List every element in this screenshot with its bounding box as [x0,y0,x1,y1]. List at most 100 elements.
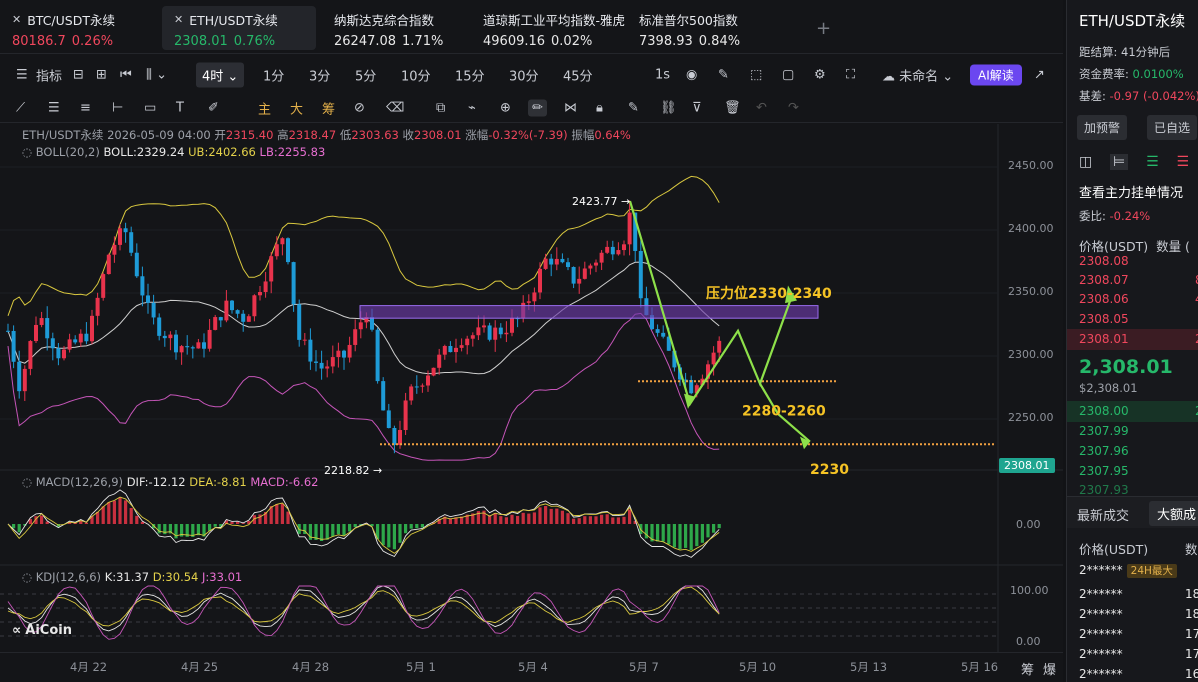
ticker-nasdaq[interactable]: 纳斯达克综合指数 26247.08 1.71% [316,0,471,54]
camera-icon[interactable]: ◉ [686,68,697,83]
tf-3m[interactable]: 3分 [309,66,330,85]
magnet-icon[interactable]: ⋈ [564,100,577,115]
ticker-eth[interactable]: ✕ ETH/USDT永续 2308.01 0.76% [162,6,316,50]
trade-row[interactable]: 2****** 24H最大 [1079,563,1177,578]
tf-1s[interactable]: 1s [655,68,670,83]
parallel-lines-icon[interactable]: ☰ [48,100,60,115]
chip-toggle[interactable]: 筹 [1021,659,1034,678]
tf-30m[interactable]: 30分 [509,66,539,85]
ask-row[interactable]: 2308.05 [1079,312,1129,326]
tf-1m[interactable]: 1分 [263,66,284,85]
tf-45m[interactable]: 45分 [563,66,593,85]
visibility-icon[interactable]: ◌ [22,145,32,159]
trade-row[interactable]: 2******16, [1079,667,1198,681]
link-icon[interactable]: ⛓︎ [660,100,677,115]
pen-icon[interactable]: ✎ [718,68,729,83]
filter-icon[interactable]: ⊽ [692,100,702,115]
macd-info[interactable]: ◌ MACD(12,26,9) DIF:-12.12 DEA:-8.81 MAC… [22,475,318,489]
rectangle-icon[interactable]: ▭ [144,100,156,115]
tab-big-trades[interactable]: 大额成 [1149,501,1198,526]
ruler-icon[interactable]: ⌁ [468,100,476,115]
measure-icon[interactable]: ⊘ [354,100,365,115]
replay-icon[interactable]: ⏮ [120,68,132,83]
ticker-dow[interactable]: 道琼斯工业平均指数-雅虎 49609.16 0.02% [471,0,627,54]
trade-row[interactable]: 2******17, [1079,647,1198,661]
macd-bar [616,517,620,524]
bid-row[interactable]: 2307.95 [1079,464,1129,478]
price-chart[interactable]: 2423.77 → 2218.82 → 压力位2330-2340 2280-2260 2… [0,124,1063,652]
ask-row[interactable]: 2308.078 [1079,273,1198,287]
visibility-icon[interactable]: ◌ [22,570,32,584]
trade-row[interactable]: 2******17, [1079,627,1198,641]
trade-row[interactable]: 2******18, [1079,587,1198,601]
candle-body [571,267,576,284]
tab-icon[interactable]: ☰ [1176,154,1189,170]
redo-icon[interactable]: ↷ [788,100,799,115]
candle-body [448,346,453,353]
bid-row[interactable]: 2308.002 [1079,404,1198,418]
macd-bar [230,521,234,524]
hlines-icon[interactable]: ≡ [80,100,91,115]
brush-icon[interactable]: ✐ [208,100,219,115]
ticker-btc[interactable]: ✕ BTC/USDT永续 80186.7 0.26% [0,0,162,54]
timeframe-select[interactable]: 4时 ⌄ [196,62,245,88]
visibility-icon[interactable]: ◌ [22,475,32,489]
lock-icon[interactable]: 🔒︎ [596,100,603,115]
orderbook-link[interactable]: 查看主力挂单情况 [1079,182,1183,201]
undo-icon[interactable]: ↶ [756,100,767,115]
zoom-icon[interactable]: ⊕ [500,100,511,115]
main-force-button[interactable]: 主 [258,98,271,117]
trade-row[interactable]: 2******18, [1079,607,1198,621]
trash-icon[interactable]: 🗑︎ [724,100,741,115]
close-icon[interactable]: ✕ [174,13,183,26]
settings-icon[interactable]: ⚙ [814,68,826,83]
big-order-button[interactable]: 大 [290,98,303,117]
bid-row[interactable]: 2307.99 [1079,424,1129,438]
edit-icon[interactable]: ✎ [628,100,639,115]
chip-button[interactable]: 筹 [322,98,335,117]
candle-type-icon[interactable]: ⫼ ⌄ [146,68,167,83]
tf-10m[interactable]: 10分 [401,66,431,85]
boll-info[interactable]: ◌ BOLL(20,2) BOLL:2329.24 UB:2402.66 LB:… [22,145,325,159]
tf-15m[interactable]: 15分 [455,66,485,85]
ask-row[interactable]: 2308.064 [1079,292,1198,306]
close-icon[interactable]: ✕ [12,13,21,26]
share-icon[interactable]: ↗ [1034,68,1045,83]
text-icon[interactable]: T [176,100,184,115]
layout-name-select[interactable]: ☁ 未命名 ⌄ [882,66,953,85]
tab-icon[interactable]: ☰ [1146,154,1159,170]
grid-icon[interactable]: ⊞ [96,68,107,83]
indicator-button[interactable]: 指标 [36,66,62,85]
copy-icon[interactable]: ⧉ [436,100,445,115]
export-icon[interactable]: ⬚ [750,68,762,83]
ai-explain-button[interactable]: AI解读 [970,64,1022,86]
liquidation-toggle[interactable]: 爆 [1043,659,1056,678]
tab-latest-trades[interactable]: 最新成交 [1077,505,1129,524]
kdj-info[interactable]: ◌ KDJ(12,6,6) K:31.37 D:30.54 J:33.01 [22,570,242,584]
add-tab-icon[interactable]: + [816,18,831,39]
eraser-icon[interactable]: ⌫ [386,100,404,115]
candle-body [582,268,587,279]
candle-body [95,297,100,316]
candle-body [437,354,442,368]
bid-row[interactable]: 2307.96 [1079,444,1129,458]
macd-bar [12,524,16,529]
watchlist-button[interactable]: 已自选 [1147,115,1198,140]
hline-icon[interactable]: ⊢ [112,100,123,115]
menu-icon[interactable]: ☰ [16,68,28,83]
ticker-sp500[interactable]: 标准普尔500指数 7398.93 0.84% [627,0,787,54]
ask-row[interactable]: 2308.012 [1079,332,1198,346]
layout-icon[interactable]: ⊟ [73,68,84,83]
tf-5m[interactable]: 5分 [355,66,376,85]
tab-icon-active[interactable]: ⊨ [1110,154,1129,170]
add-alert-button[interactable]: 加预警 [1077,115,1128,140]
tab-icon[interactable]: ◫ [1079,154,1092,170]
ask-row[interactable]: 2308.08 [1079,254,1129,268]
time-axis[interactable]: 4月 22 4月 25 4月 28 5月 1 5月 4 5月 7 5月 10 5… [0,652,1063,682]
trendline-icon[interactable]: ⟋ [16,100,25,115]
frame-icon[interactable]: ▢ [782,68,794,83]
fullscreen-icon[interactable]: ⛶ [846,68,855,83]
candle-body [655,329,660,333]
bid-row[interactable]: 2307.93 [1079,483,1129,497]
draw-mode-icon[interactable]: ✏ [528,99,547,116]
